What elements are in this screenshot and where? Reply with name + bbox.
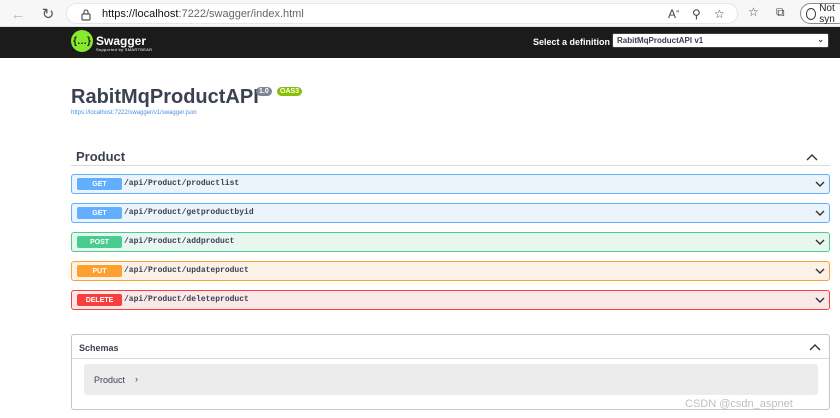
definition-select[interactable]: RabitMqProductAPI v1 ⌄ [612, 33, 829, 48]
operation-post-addproduct[interactable]: POST /api/Product/addproduct [71, 232, 830, 252]
chevron-down-icon[interactable] [815, 297, 825, 304]
operation-delete-deleteproduct[interactable]: DELETE /api/Product/deleteproduct [71, 290, 830, 310]
operation-path: /api/Product/deleteproduct [124, 295, 249, 304]
chevron-right-icon[interactable]: › [135, 374, 138, 384]
read-aloud-icon[interactable]: A» [668, 7, 679, 21]
chevron-up-icon[interactable] [809, 343, 821, 351]
swagger-topbar: {…} Swagger Supported by SMARTBEAR Selec… [0, 27, 840, 58]
method-badge: DELETE [77, 294, 122, 306]
method-badge: PUT [77, 265, 122, 277]
refresh-icon[interactable]: ↻ [38, 4, 58, 24]
favorite-icon[interactable]: ☆ [714, 7, 725, 21]
spec-link[interactable]: https://localhost:7222/swagger/v1/swagge… [71, 110, 197, 116]
version-badge: 1.0 [256, 87, 272, 96]
method-badge: GET [77, 178, 122, 190]
definition-value: RabitMqProductAPI v1 [617, 36, 704, 45]
chevron-down-icon[interactable] [815, 239, 825, 246]
chevron-down-icon: ⌄ [817, 35, 824, 44]
oas-badge: OAS3 [277, 87, 303, 96]
model-name: Product [94, 375, 126, 385]
tag-title: Product [76, 149, 126, 164]
address-bar[interactable]: https://localhost:7222/swagger/index.htm… [66, 3, 738, 24]
chevron-down-icon[interactable] [815, 181, 825, 188]
method-badge: GET [77, 207, 122, 219]
lock-icon [81, 9, 91, 21]
operation-get-productlist[interactable]: GET /api/Product/productlist [71, 174, 830, 194]
schemas-title[interactable]: Schemas [79, 343, 119, 353]
chevron-up-icon[interactable] [806, 153, 818, 161]
model-product[interactable]: Product › [84, 364, 818, 395]
operation-path: /api/Product/updateproduct [124, 266, 249, 275]
favorites-bar-icon[interactable]: ☆ [748, 5, 759, 19]
avatar [806, 7, 817, 20]
operation-path: /api/Product/getproductbyid [124, 208, 254, 217]
logo-text: Swagger [96, 34, 147, 48]
watermark: CSDN @csdn_aspnet [685, 398, 793, 410]
definition-label: Select a definition [533, 37, 611, 47]
operation-path: /api/Product/productlist [124, 179, 240, 188]
swagger-logo-icon[interactable]: {…} [71, 30, 93, 52]
divider [72, 358, 829, 359]
sync-button[interactable]: Not syn [800, 2, 840, 25]
zoom-icon[interactable]: ⚲ [692, 7, 701, 21]
collections-icon[interactable]: ⧉ [776, 5, 785, 20]
logo-subtext: Supported by SMARTBEAR [96, 47, 153, 52]
browser-toolbar: ← ↻ https://localhost:7222/swagger/index… [0, 0, 840, 27]
url-text: https://localhost:7222/swagger/index.htm… [102, 8, 304, 20]
operation-put-updateproduct[interactable]: PUT /api/Product/updateproduct [71, 261, 830, 281]
operation-path: /api/Product/addproduct [124, 237, 235, 246]
page-title: RabitMqProductAPI [71, 86, 259, 108]
method-badge: POST [77, 236, 122, 248]
tag-header-product[interactable]: Product [71, 146, 830, 166]
sync-label: Not syn [819, 2, 835, 25]
chevron-down-icon[interactable] [815, 210, 825, 217]
back-icon[interactable]: ← [8, 4, 28, 24]
operation-get-getproductbyid[interactable]: GET /api/Product/getproductbyid [71, 203, 830, 223]
chevron-down-icon[interactable] [815, 268, 825, 275]
